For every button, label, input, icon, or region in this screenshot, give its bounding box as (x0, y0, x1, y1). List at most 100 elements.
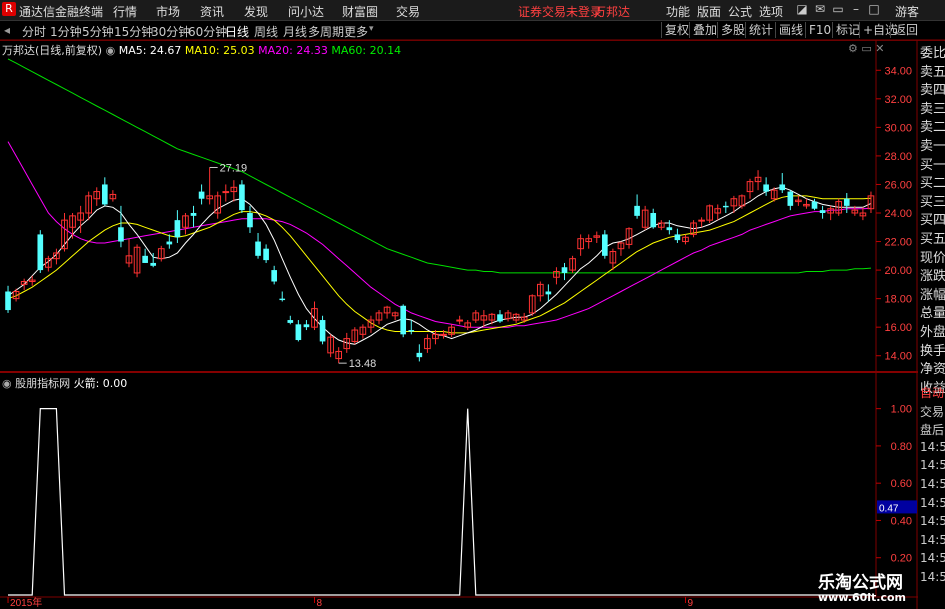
high-annotation: 27.19 (220, 162, 248, 174)
candle-body (602, 234, 608, 256)
candle-body (843, 198, 850, 206)
side-label: 总量 (920, 306, 945, 322)
side-label: 卖一 (920, 139, 945, 154)
indicator-toggle-icon[interactable]: ◉ (106, 44, 116, 57)
side-label: 卖三 (920, 101, 945, 117)
candle-body (247, 213, 253, 228)
candle-body (400, 305, 407, 335)
side-label: 委比 (920, 46, 945, 61)
sub-tick-label: 1.00 (891, 404, 912, 416)
ma60-label: MA60: 20.14 (331, 44, 402, 57)
rocket-value: 火箭: 0.00 (73, 377, 128, 390)
watermark-title: 乐淘公式网 (818, 573, 903, 593)
candle-body (674, 234, 681, 241)
candle-body (416, 352, 423, 358)
date-label: 8 (316, 598, 322, 609)
candle-body (440, 333, 447, 336)
side-label: 卖四 (920, 83, 945, 99)
candle-body (166, 241, 173, 245)
candle-body (561, 267, 568, 273)
sub-chart-title: 股朋指标网 (15, 377, 71, 390)
candle-body (811, 201, 818, 209)
ma20-label: MA20: 24.33 (258, 44, 328, 57)
ma5-label: MA5: 24.67 (118, 44, 182, 57)
candle-body (722, 205, 729, 208)
candle-body (698, 219, 705, 222)
sub-tick-label: 0.20 (891, 553, 912, 565)
side-label: 换手 (920, 343, 945, 359)
side-label: 卖五 (920, 64, 945, 80)
candle-body (142, 255, 148, 263)
candle-body (255, 241, 261, 256)
candle-body (456, 319, 463, 322)
side-label: 外盘 (920, 325, 945, 340)
candle-body (222, 191, 230, 194)
watermark-logo: 乐淘公式网 www.60lt.com (808, 572, 945, 609)
side-label: 涨幅 (920, 287, 945, 303)
candle-body (666, 227, 673, 231)
side-label: 现价 (920, 250, 945, 266)
price-tick-label: 28.00 (884, 151, 912, 163)
sub-toggle-icon[interactable]: ◉ (2, 377, 12, 390)
candle-body (634, 205, 640, 216)
tick-time-label: 14:56 (920, 458, 945, 473)
price-tick-label: 26.00 (884, 179, 912, 191)
kline-chart[interactable]: 34.00 32.00 30.00 28.00 26.00 24.00 22.00 20.00… (0, 0, 945, 609)
side-label: 净资 (920, 362, 945, 378)
candle-body (787, 191, 794, 206)
main-chart-title: 万邦达(日线,前复权) (2, 44, 103, 57)
tick-time-label: 盘后 (920, 423, 945, 438)
candle-body (101, 184, 108, 205)
candle-body (37, 234, 44, 271)
tick-time-label: 14:56 (920, 477, 945, 491)
side-label: 买二 (920, 176, 945, 192)
expand-icon[interactable]: ▭ (861, 42, 871, 55)
candle-body (295, 324, 302, 341)
date-label: 2015年 (10, 596, 42, 609)
candle-body (279, 298, 286, 301)
candle-body (174, 220, 181, 238)
settings-icon[interactable]: ⚙ (848, 42, 858, 55)
sub-tick-label: 0.60 (891, 478, 912, 490)
side-label: 买三 (920, 194, 945, 210)
price-tick-label: 22.00 (884, 237, 912, 249)
candle-body (650, 213, 657, 228)
price-tick-label: 24.00 (884, 208, 912, 220)
candle-body (198, 191, 205, 199)
side-label: 买五 (920, 232, 945, 247)
tick-time-label: 14:56 (920, 439, 945, 454)
candle-body (319, 320, 326, 342)
candle-body (239, 184, 245, 211)
price-tick-label: 14.00 (884, 351, 912, 363)
candle-body (271, 270, 277, 282)
tick-time-label: 自动 (920, 386, 945, 400)
rocket-line (8, 408, 871, 596)
ma10-label: MA10: 25.03 (184, 44, 255, 57)
candle-body (763, 184, 769, 192)
candle-body (545, 291, 552, 295)
sub-tick-label: 0.40 (891, 515, 912, 527)
price-tick-label: 30.00 (884, 122, 912, 134)
ma60-line (7, 58, 872, 274)
close-icon[interactable]: ✕ (875, 42, 884, 55)
candle-body (118, 227, 124, 242)
price-tick-label: 18.00 (884, 294, 912, 306)
sub-axis-marker-label: 0.47 (879, 503, 899, 514)
low-annotation: 13.48 (349, 358, 377, 370)
tick-time-label: 14:56 (920, 551, 945, 566)
candle-body (5, 291, 11, 311)
chart-controls: ⚙ ▭ ✕ (848, 42, 885, 55)
tick-time-label: 14:56 (920, 532, 945, 547)
tick-time-label: 14:56 (920, 495, 945, 510)
candle-body (779, 184, 786, 191)
candle-body (263, 248, 269, 261)
candle-body (150, 262, 157, 266)
date-label: 9 (687, 598, 693, 609)
sub-tick-label: 0.80 (891, 441, 912, 453)
side-label: 卖二 (920, 120, 945, 136)
price-tick-label: 32.00 (884, 94, 912, 106)
side-label: 涨跌 (920, 269, 945, 285)
tick-time-label: 14:56 (920, 514, 945, 529)
candle-body (497, 314, 503, 322)
side-label: 买一 (920, 157, 945, 173)
